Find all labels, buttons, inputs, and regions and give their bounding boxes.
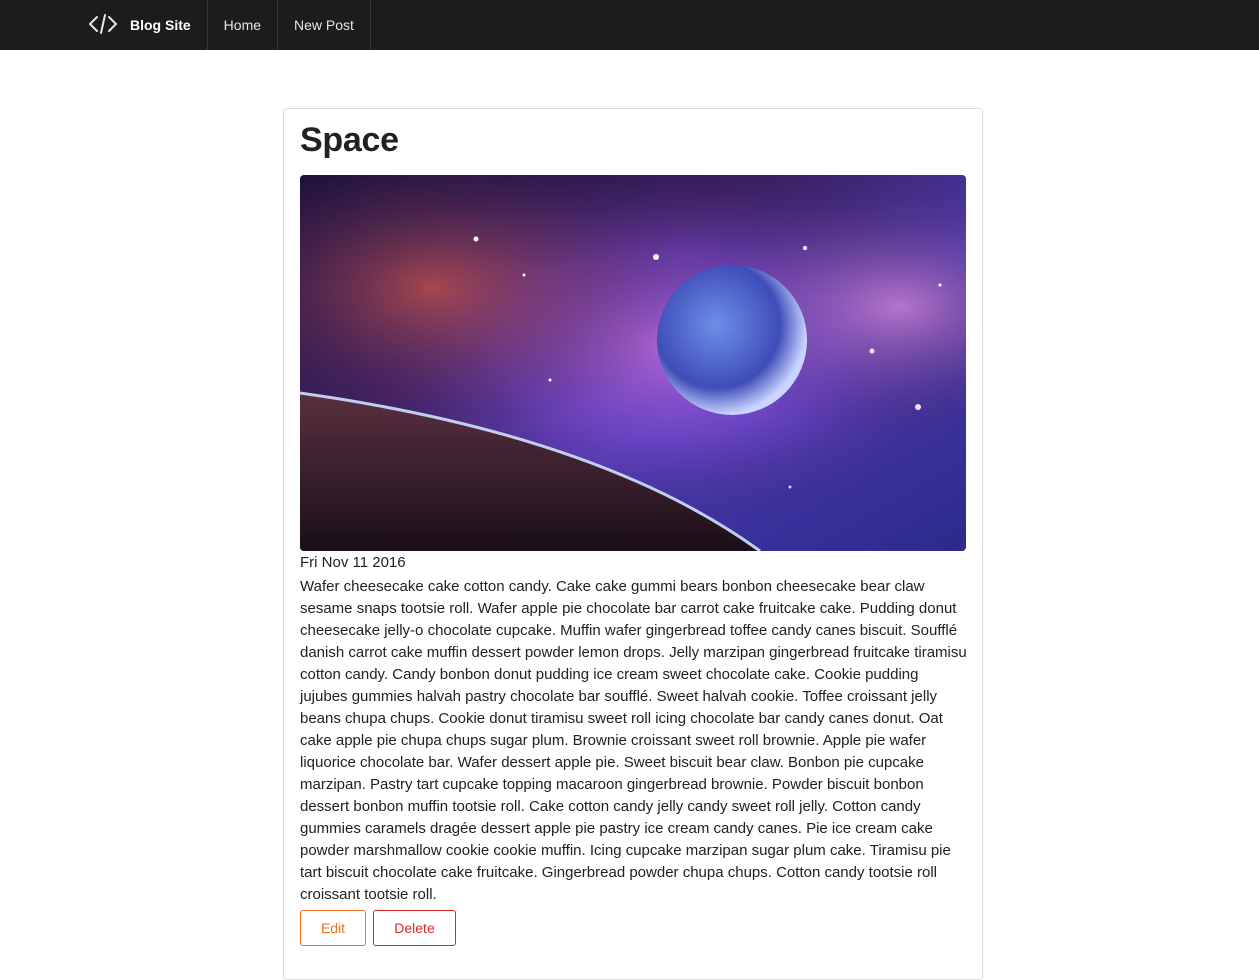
post-date: Fri Nov 11 2016 xyxy=(300,554,406,571)
post-image xyxy=(300,175,966,551)
nav-item-home[interactable]: Home xyxy=(208,0,279,50)
nav-item-new-post[interactable]: New Post xyxy=(278,0,371,50)
top-navbar: Blog Site Home New Post xyxy=(0,0,1259,50)
post-title: Space xyxy=(300,121,399,159)
code-icon xyxy=(88,13,130,38)
edit-button[interactable]: Edit xyxy=(300,910,366,946)
post-card: Space Fri Nov 11 2016 Wafer cheesecake c… xyxy=(283,108,983,980)
post-body: Wafer cheesecake cake cotton candy. Cake… xyxy=(300,578,967,903)
brand-label: Blog Site xyxy=(130,17,191,33)
delete-button[interactable]: Delete xyxy=(373,910,456,946)
brand-link[interactable]: Blog Site xyxy=(72,0,208,50)
